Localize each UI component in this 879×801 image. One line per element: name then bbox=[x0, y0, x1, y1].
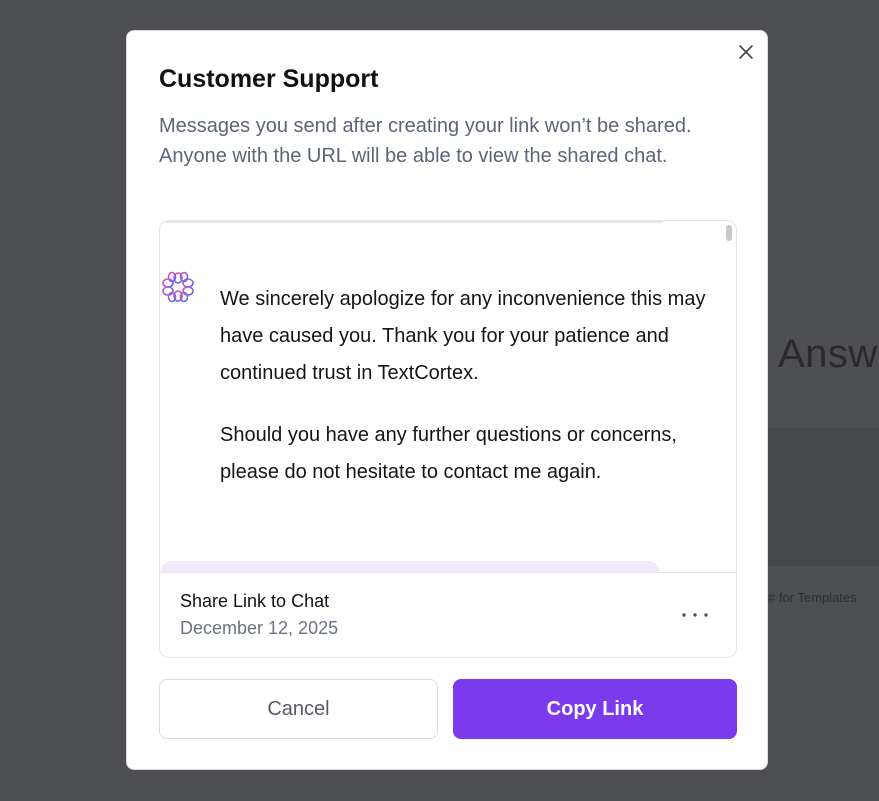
background-hint: # for Templates bbox=[768, 590, 857, 605]
share-link-date: December 12, 2025 bbox=[180, 618, 339, 638]
previous-message-edge bbox=[164, 221, 664, 223]
message-paragraph: We sincerely apologize for any inconveni… bbox=[220, 288, 706, 384]
more-options-button[interactable] bbox=[680, 603, 710, 627]
flower-logo-icon bbox=[162, 271, 194, 303]
cancel-button[interactable]: Cancel bbox=[159, 679, 438, 739]
close-button[interactable] bbox=[735, 41, 757, 63]
share-link-card: Share Link to Chat December 12, 2025 bbox=[160, 572, 736, 657]
close-icon bbox=[739, 45, 753, 59]
dialog-title: Customer Support bbox=[159, 65, 379, 93]
dialog-description: Messages you send after creating your li… bbox=[159, 115, 692, 167]
copy-link-button[interactable]: Copy Link bbox=[453, 679, 737, 739]
chat-preview[interactable]: We sincerely apologize for any inconveni… bbox=[159, 220, 737, 658]
message-paragraph: Should you have any further questions or… bbox=[220, 424, 677, 483]
more-horizontal-icon bbox=[682, 613, 708, 617]
share-dialog: Customer Support Messages you send after… bbox=[126, 30, 768, 770]
share-link-title: Share Link to Chat bbox=[180, 591, 330, 611]
assistant-message: We sincerely apologize for any inconveni… bbox=[220, 281, 720, 516]
background-heading: Answ bbox=[778, 332, 878, 376]
preview-scrollbar[interactable] bbox=[726, 225, 732, 241]
background-panel bbox=[768, 428, 879, 566]
